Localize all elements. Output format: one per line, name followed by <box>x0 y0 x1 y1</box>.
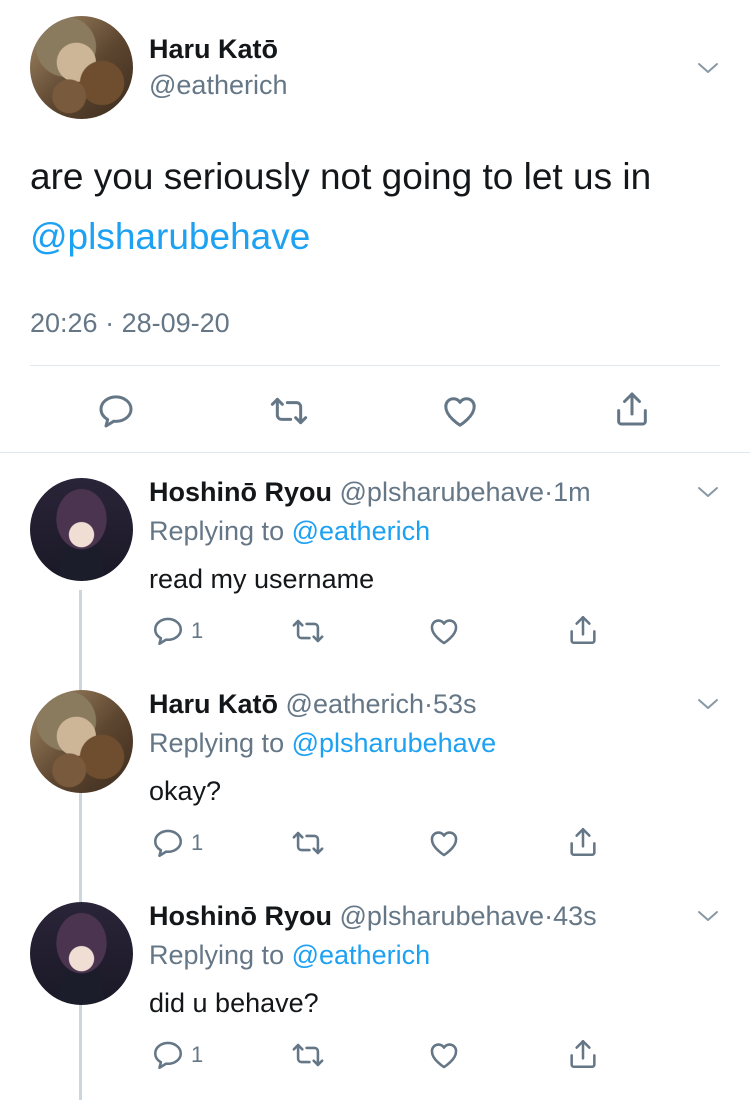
retweet-icon[interactable] <box>290 614 326 648</box>
mention-link[interactable]: @plsharubehave <box>30 216 310 258</box>
replying-to: Replying to @eatherich <box>149 516 430 547</box>
avatar[interactable] <box>30 16 133 119</box>
author-name[interactable]: Hoshinō Ryou <box>149 477 332 507</box>
mention-link[interactable]: @eatherich <box>292 940 430 970</box>
author-name[interactable]: Haru Katō <box>149 34 278 65</box>
reply-button[interactable]: 1 <box>151 1038 203 1072</box>
chevron-down-icon[interactable] <box>696 480 720 504</box>
thread-line <box>79 590 82 1100</box>
author-handle[interactable]: @plsharubehave <box>340 477 545 507</box>
reply-button[interactable]: 1 <box>151 614 203 648</box>
like-icon[interactable] <box>427 1038 461 1072</box>
reply-count: 1 <box>191 830 204 855</box>
mention-link[interactable]: @plsharubehave <box>292 728 497 758</box>
tweet-date: 28-09-20 <box>121 308 230 338</box>
replying-label: Replying to <box>149 940 285 970</box>
time-ago: 53s <box>433 689 477 719</box>
tweet-timestamp: 20:26 · 28-09-20 <box>30 308 230 339</box>
avatar[interactable] <box>30 478 133 581</box>
author-handle[interactable]: @plsharubehave <box>340 901 545 931</box>
reply-icon <box>153 1041 183 1070</box>
separator-dot: · <box>544 901 554 931</box>
divider <box>30 365 720 366</box>
retweet-icon[interactable] <box>290 1038 326 1072</box>
avatar[interactable] <box>30 690 133 793</box>
tweet-time: 20:26 <box>30 308 98 338</box>
like-icon[interactable] <box>440 391 480 431</box>
reply-icon <box>153 617 183 646</box>
reply-icon[interactable] <box>96 391 136 431</box>
replying-to: Replying to @eatherich <box>149 940 430 971</box>
chevron-down-icon[interactable] <box>696 904 720 928</box>
replying-label: Replying to <box>149 728 285 758</box>
reply-text: okay? <box>149 776 222 806</box>
time-ago: 43s <box>553 901 597 931</box>
author-handle[interactable]: @eatherich <box>286 689 424 719</box>
reply-icon <box>153 829 183 858</box>
share-icon[interactable] <box>566 612 600 648</box>
chevron-down-icon[interactable] <box>696 692 720 716</box>
reply-count: 1 <box>191 618 204 643</box>
separator-dot: · <box>105 308 115 338</box>
reply-text: read my username <box>149 564 375 594</box>
share-icon[interactable] <box>566 824 600 860</box>
like-icon[interactable] <box>427 826 461 860</box>
reply-header: Hoshinō Ryou @plsharubehave·43s <box>149 901 597 932</box>
reply-header: Haru Katō @eatherich·53s <box>149 689 477 720</box>
share-icon[interactable] <box>566 1036 600 1072</box>
separator-dot: · <box>424 689 434 719</box>
avatar[interactable] <box>30 902 133 1005</box>
replying-label: Replying to <box>149 516 285 546</box>
time-ago: 1m <box>553 477 591 507</box>
separator-dot: · <box>544 477 554 507</box>
author-name[interactable]: Hoshinō Ryou <box>149 901 332 931</box>
chevron-down-icon[interactable] <box>696 56 720 80</box>
mention-link[interactable]: @eatherich <box>292 516 430 546</box>
author-name[interactable]: Haru Katō <box>149 689 278 719</box>
divider <box>0 452 750 453</box>
author-handle[interactable]: @eatherich <box>149 70 287 101</box>
reply-text: did u behave? <box>149 988 319 1018</box>
like-icon[interactable] <box>427 614 461 648</box>
tweet-text: are you seriously not going to let us in <box>30 156 652 197</box>
reply-header: Hoshinō Ryou @plsharubehave·1m <box>149 477 591 508</box>
reply-count: 1 <box>191 1042 204 1067</box>
retweet-icon[interactable] <box>268 391 310 431</box>
replying-to: Replying to @plsharubehave <box>149 728 496 759</box>
retweet-icon[interactable] <box>290 826 326 860</box>
reply-button[interactable]: 1 <box>151 826 203 860</box>
share-icon[interactable] <box>612 388 652 430</box>
